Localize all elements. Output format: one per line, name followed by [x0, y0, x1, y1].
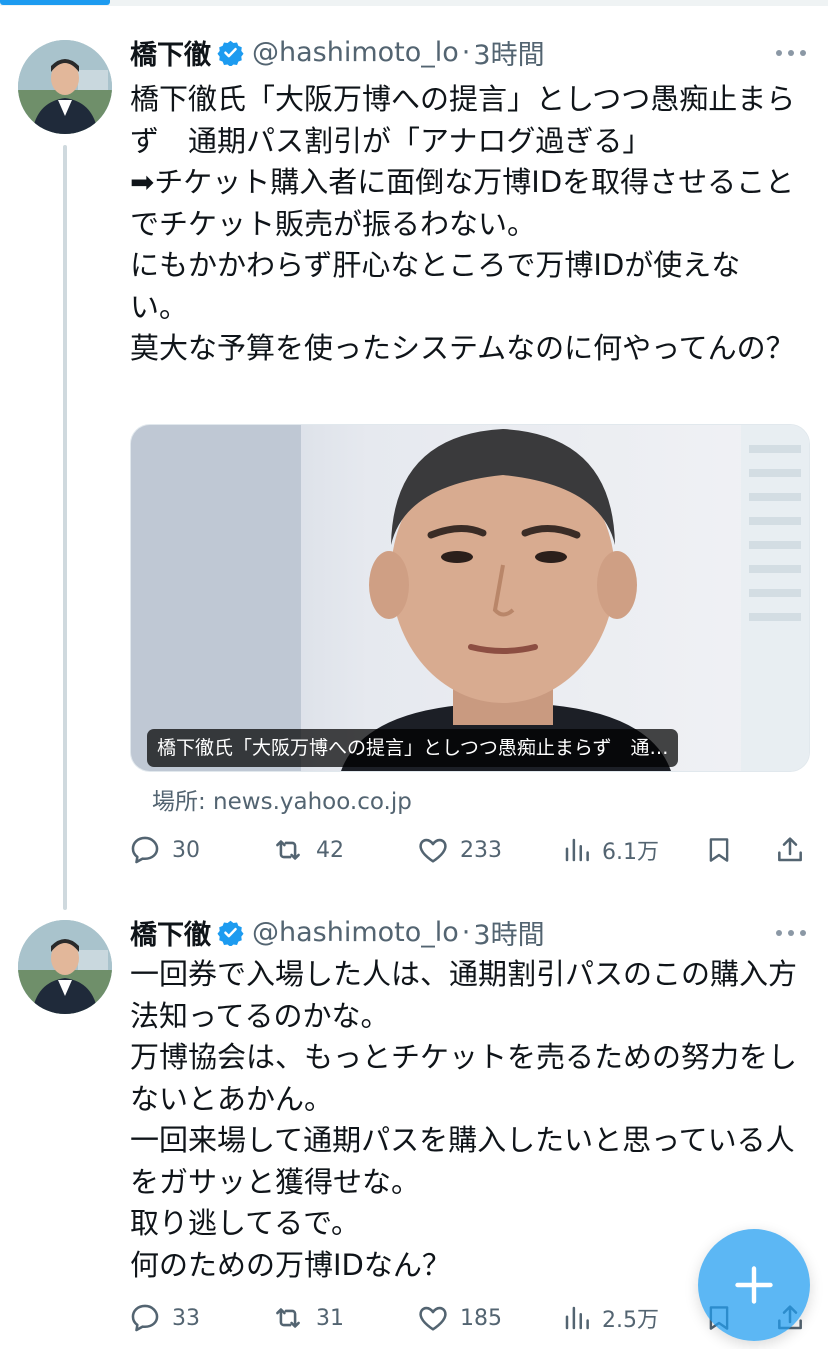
repost-icon	[276, 1308, 300, 1328]
handle[interactable]: @hashimoto_lo	[252, 917, 459, 948]
compose-post-button[interactable]	[698, 1229, 810, 1341]
heart-icon	[419, 1306, 447, 1331]
more-dot-icon	[788, 930, 794, 936]
display-name[interactable]: 橋下徹	[130, 913, 211, 952]
plus-icon	[735, 1266, 773, 1304]
views-chart-icon	[565, 1306, 589, 1330]
views-count: 2.5万	[602, 1308, 659, 1333]
repost-count: 31	[316, 1305, 344, 1331]
more-dot-icon	[776, 930, 782, 936]
reply-count: 33	[172, 1305, 200, 1331]
like-button[interactable]: 185	[416, 1298, 502, 1338]
like-count: 185	[460, 1305, 502, 1331]
views-button[interactable]: 2.5万	[562, 1298, 659, 1338]
avatar[interactable]	[18, 920, 112, 1014]
more-dot-icon	[800, 930, 806, 936]
reply-icon	[131, 1304, 159, 1332]
reply-button[interactable]: 33	[128, 1298, 200, 1338]
verified-badge-icon	[217, 919, 244, 947]
tweet-2[interactable]: 橋下徹 @hashimoto_lo · 3時間 一回券で入場した人は、通期割引パ…	[0, 0, 828, 1349]
repost-button[interactable]: 31	[270, 1298, 344, 1338]
more-options-button[interactable]	[776, 918, 806, 948]
tweet-header: 橋下徹 @hashimoto_lo · 3時間	[130, 912, 545, 952]
tweet-text: 一回券で入場した人は、通期割引パスのこの購入方法知ってるのかな。 万博協会は、も…	[130, 957, 798, 1282]
timestamp[interactable]: 3時間	[473, 913, 544, 952]
separator-dot: ·	[461, 916, 471, 948]
